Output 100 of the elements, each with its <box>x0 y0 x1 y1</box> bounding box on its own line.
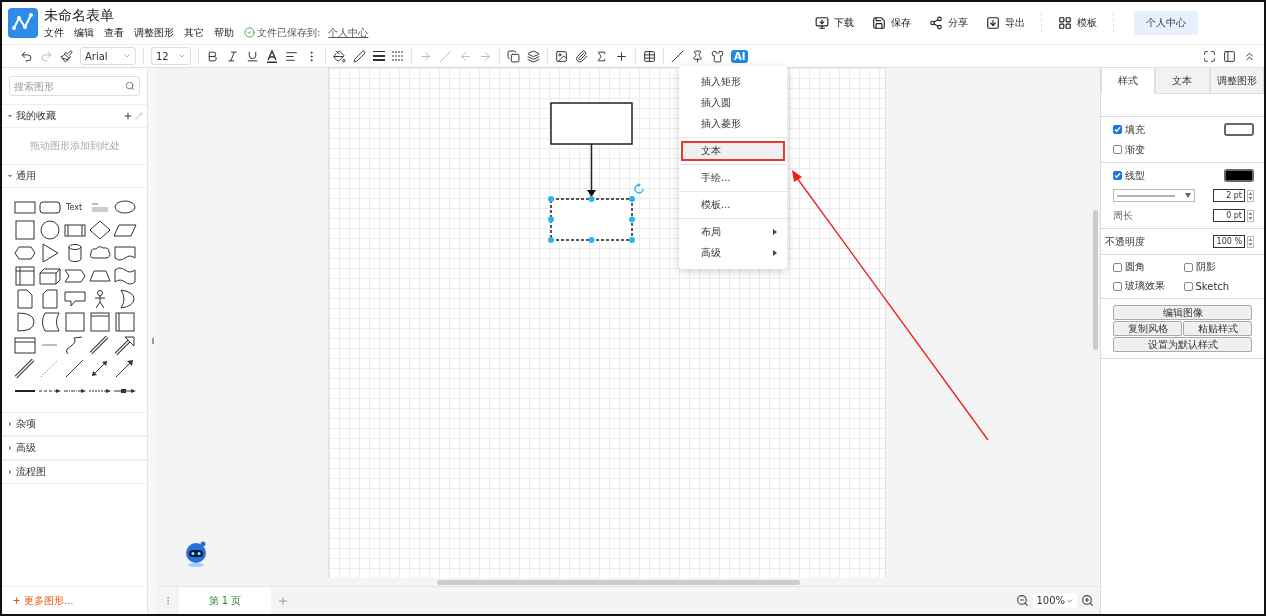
link-button[interactable] <box>575 49 588 63</box>
header-action[interactable]: 导出 <box>980 16 1031 30</box>
menu-item[interactable]: 模板... <box>681 195 785 215</box>
panel-tab[interactable]: 调整图形 <box>1209 68 1264 94</box>
menu-item[interactable]: 插入矩形 <box>681 72 785 92</box>
menu-item[interactable]: 编辑 <box>74 25 94 40</box>
panel-tab[interactable]: 文本 <box>1155 68 1210 94</box>
line-width-field[interactable]: 2 pt <box>1213 189 1245 202</box>
section-header[interactable]: 高级 <box>2 436 147 460</box>
section-header[interactable]: 通用 <box>2 164 147 188</box>
grid-icon <box>1058 16 1072 30</box>
ai-button[interactable]: AI <box>731 49 749 63</box>
scrollbar[interactable] <box>437 579 800 585</box>
header-action[interactable]: 分享 <box>923 16 974 30</box>
menu-item[interactable]: 插入圆 <box>681 93 785 113</box>
fill-color-swatch[interactable] <box>1224 123 1254 136</box>
align-button[interactable] <box>285 49 298 63</box>
connector-arrow[interactable] <box>586 143 596 197</box>
menu-item[interactable]: 插入菱形 <box>681 114 785 134</box>
fullscreen-button[interactable] <box>1203 49 1216 63</box>
to-back-button[interactable] <box>527 49 540 63</box>
zoom-out-icon[interactable] <box>1016 594 1030 607</box>
rotate-handle-icon[interactable] <box>633 183 644 194</box>
line-color-button[interactable] <box>353 49 366 63</box>
header-action[interactable]: 保存 <box>866 16 917 30</box>
line-style-button[interactable] <box>392 51 404 61</box>
pin-button[interactable] <box>691 49 704 63</box>
menu-item[interactable]: 帮助 <box>214 25 234 40</box>
checkbox[interactable]: Sketch <box>1183 279 1254 293</box>
fill-color-button[interactable] <box>333 49 346 63</box>
style-action-button[interactable]: 粘贴样式 <box>1183 321 1252 336</box>
italic-button[interactable] <box>226 49 239 63</box>
scrollbar[interactable] <box>1093 210 1098 350</box>
tape-icon[interactable] <box>112 265 138 287</box>
section-header[interactable]: 杂项 <box>2 412 147 436</box>
line-width-button[interactable] <box>373 51 385 61</box>
header-action[interactable]: 模板 <box>1052 16 1103 30</box>
font-select[interactable]: Arial <box>80 47 136 65</box>
to-front-button[interactable] <box>507 49 520 63</box>
section-header[interactable]: 我的收藏 <box>2 104 147 128</box>
checkbox[interactable]: 线型 <box>1113 168 1145 183</box>
section-header[interactable]: 流程图 <box>2 460 147 484</box>
panel-button[interactable] <box>1223 49 1236 63</box>
checkbox[interactable]: 渐变 <box>1113 142 1145 157</box>
caret-icon <box>6 444 14 452</box>
checkbox[interactable]: 圆角 <box>1113 260 1184 274</box>
caret-icon <box>1185 193 1191 198</box>
rectangle-shape[interactable] <box>549 102 633 145</box>
robot-mascot-icon[interactable] <box>183 540 209 568</box>
circle-icon[interactable] <box>37 219 63 241</box>
formula-button[interactable] <box>595 49 608 63</box>
internal-storage-icon[interactable] <box>12 265 38 287</box>
caret-icon <box>6 468 14 476</box>
table-button[interactable] <box>643 49 656 63</box>
checkbox[interactable]: 玻璃效果 <box>1113 279 1184 293</box>
menu-item[interactable]: 手绘... <box>681 168 785 188</box>
menu-item[interactable]: 文本 <box>681 141 785 161</box>
zoom-select[interactable]: 100% <box>1033 593 1077 608</box>
menu-item[interactable]: 查看 <box>104 25 124 40</box>
menu-item[interactable]: 高级 <box>681 243 785 263</box>
personal-center-link[interactable]: 个人中心 <box>328 25 369 40</box>
format-painter-button[interactable] <box>60 49 73 63</box>
header-action[interactable]: 下载 <box>809 16 860 30</box>
user-center-button[interactable]: 个人中心 <box>1134 11 1198 35</box>
style-button[interactable] <box>671 49 684 63</box>
image-button[interactable] <box>555 49 568 63</box>
page-tab[interactable]: 第 1 页 <box>179 587 271 614</box>
checkbox[interactable]: 填充 <box>1113 122 1145 137</box>
arrow-icon[interactable] <box>112 334 138 356</box>
style-action-button[interactable]: 设置为默认样式 <box>1113 337 1252 352</box>
cube-icon[interactable] <box>37 265 63 287</box>
line-color-swatch[interactable] <box>1224 169 1254 182</box>
menu-item[interactable]: 文件 <box>44 25 64 40</box>
insert-button[interactable] <box>615 49 628 63</box>
selected-shape[interactable] <box>547 196 635 243</box>
bold-button[interactable] <box>206 49 219 63</box>
more-shapes-link[interactable]: 更多图形... <box>2 586 147 614</box>
opacity-field[interactable]: 100 % <box>1213 235 1245 248</box>
menu-item[interactable]: 调整图形 <box>134 25 174 40</box>
submenu-caret-icon <box>773 229 777 235</box>
style-action-button[interactable]: 复制风格 <box>1113 321 1182 336</box>
menu-item[interactable]: 布局 <box>681 222 785 242</box>
font-color-button[interactable] <box>266 49 278 63</box>
paintbrush-icon <box>60 49 73 63</box>
underline-button[interactable] <box>246 49 259 63</box>
text-shape[interactable]: Text <box>62 196 86 218</box>
caret-icon <box>178 52 186 60</box>
panel-tab[interactable]: 样式 <box>1101 68 1156 94</box>
font-size-select[interactable]: 12 <box>151 47 191 65</box>
menu-item[interactable]: 其它 <box>184 25 204 40</box>
search-field[interactable]: 搜索图形 <box>9 76 140 96</box>
italic-icon <box>226 49 239 63</box>
checkbox[interactable]: 阴影 <box>1183 260 1254 274</box>
zoom-in-icon[interactable] <box>1081 594 1094 607</box>
diamond-icon[interactable] <box>87 219 113 241</box>
perimeter-field[interactable]: 0 pt <box>1213 209 1245 222</box>
style-action-button[interactable]: 编辑图像 <box>1113 305 1252 320</box>
undo-button[interactable] <box>20 49 33 63</box>
theme-button[interactable] <box>711 49 724 63</box>
line-start-button[interactable] <box>459 49 472 63</box>
